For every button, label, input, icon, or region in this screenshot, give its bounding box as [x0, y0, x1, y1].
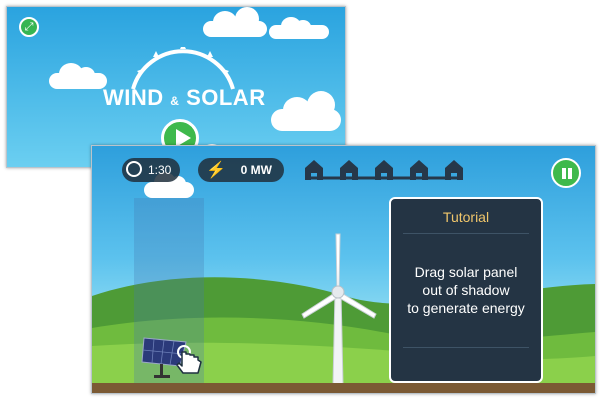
energy-value: 0 MW	[240, 163, 272, 177]
pause-button[interactable]	[551, 158, 581, 188]
cloud	[49, 63, 107, 89]
logo-ampersand: &	[170, 94, 180, 108]
tutorial-line-3: to generate energy	[407, 300, 525, 316]
houses-progress	[305, 160, 463, 180]
tutorial-panel: Tutorial Drag solar panel out of shadow …	[389, 197, 543, 383]
energy-meter: ⚡ 0 MW	[198, 158, 284, 182]
wind-turbine	[301, 233, 377, 384]
divider	[403, 233, 529, 234]
logo-word-solar: SOLAR	[186, 85, 266, 110]
expand-icon[interactable]: ⤢	[19, 17, 39, 37]
timer-value: 1:30	[148, 163, 172, 177]
tutorial-title: Tutorial	[442, 209, 490, 225]
divider	[403, 347, 529, 348]
cloud	[269, 17, 329, 39]
logo-word-wind: WIND	[103, 85, 164, 110]
stopwatch-icon	[126, 161, 142, 177]
shadow-cloud	[144, 172, 194, 198]
cloud	[203, 7, 267, 37]
hand-pointer-icon	[176, 345, 202, 374]
lightning-bolt-icon: ⚡	[206, 162, 226, 179]
tutorial-line-2: out of shadow	[422, 282, 510, 298]
tutorial-line-1: Drag solar panel	[414, 264, 518, 280]
game-logo: WIND & SOLAR	[103, 43, 265, 110]
logo-text: WIND & SOLAR	[103, 85, 266, 111]
timer: 1:30	[122, 158, 180, 182]
tutorial-text: Drag solar panel out of shadow to genera…	[391, 263, 541, 317]
cloud	[271, 91, 341, 131]
game-screen: 1:30 ⚡ 0 MW Tutorial Drag solar panel ou…	[91, 145, 596, 394]
ground	[92, 383, 595, 393]
title-screen: ⤢ WIND & SOLAR	[6, 6, 346, 168]
